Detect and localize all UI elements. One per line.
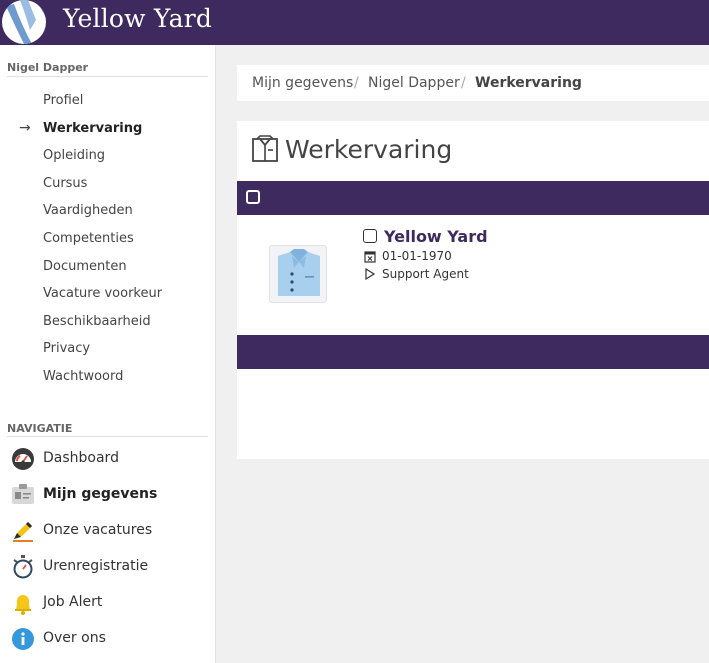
nav-label: Onze vacatures [43, 522, 153, 538]
sidebar-item-wachtwoord[interactable]: Wachtwoord [43, 369, 123, 384]
nav-label: Mijn gegevens [43, 486, 158, 502]
sidebar-item-cursus[interactable]: Cursus [43, 176, 87, 191]
breadcrumb-nigel-dapper[interactable]: Nigel Dapper [368, 75, 460, 91]
nav-item-job-alert[interactable]: Job Alert [0, 588, 215, 618]
row-checkbox[interactable] [363, 229, 377, 243]
table-footer-bar [237, 335, 709, 369]
play-icon [365, 268, 375, 280]
sidebar-item-vacature-voorkeur[interactable]: Vacature voorkeur [43, 286, 162, 301]
navigation-section-title: NAVIGATIE [7, 422, 73, 435]
nav-label: Job Alert [43, 594, 103, 610]
calendar-icon [364, 251, 376, 263]
job-date: 01-01-1970 [382, 249, 452, 263]
sidebar-item-opleiding[interactable]: Opleiding [43, 148, 105, 163]
gauge-icon [12, 448, 34, 470]
job-thumbnail [269, 245, 327, 303]
app-header: Yellow Yard [0, 0, 709, 45]
sidebar-item-documenten[interactable]: Documenten [43, 259, 127, 274]
profile-section-title: Nigel Dapper [7, 61, 89, 74]
divider [7, 436, 208, 437]
job-company[interactable]: Yellow Yard [384, 227, 488, 246]
nav-item-urenregistratie[interactable]: Urenregistratie [0, 552, 215, 582]
shirt-icon [252, 135, 278, 162]
logo-icon[interactable] [2, 0, 46, 44]
sidebar-item-profiel[interactable]: Profiel [43, 93, 83, 108]
bell-icon [15, 595, 31, 615]
divider [7, 76, 208, 77]
info-icon [12, 628, 34, 650]
id-card-icon [12, 484, 34, 504]
work-experience-card: Werkervaring Yellow Yard 01-01-1970 Supp… [237, 121, 709, 459]
sidebar-item-werkervaring[interactable]: Werkervaring [43, 121, 142, 136]
stopwatch-icon [13, 555, 33, 579]
nav-item-over-ons[interactable]: Over ons [0, 624, 215, 654]
brand-name[interactable]: Yellow Yard [63, 4, 212, 33]
shirt-icon [278, 249, 320, 296]
nav-item-onze-vacatures[interactable]: Onze vacatures [0, 516, 215, 546]
nav-item-dashboard[interactable]: Dashboard [0, 444, 215, 474]
breadcrumb-mijn-gegevens[interactable]: Mijn gegevens [252, 75, 353, 91]
sidebar: Nigel Dapper Profiel → Werkervaring Ople… [0, 45, 216, 663]
nav-label: Dashboard [43, 450, 119, 466]
breadcrumb: Mijn gegevens / Nigel Dapper / Werkervar… [237, 65, 709, 101]
nav-item-mijn-gegevens[interactable]: Mijn gegevens [0, 480, 215, 510]
pen-icon [13, 521, 33, 542]
sidebar-item-vaardigheden[interactable]: Vaardigheden [43, 203, 133, 218]
job-role: Support Agent [382, 267, 469, 281]
sidebar-item-beschikbaarheid[interactable]: Beschikbaarheid [43, 314, 151, 329]
nav-label: Urenregistratie [43, 558, 149, 574]
page-title: Werkervaring [285, 135, 453, 164]
breadcrumb-separator: / [461, 75, 466, 91]
select-all-checkbox[interactable] [246, 190, 260, 204]
breadcrumb-current: Werkervaring [475, 75, 582, 91]
breadcrumb-separator: / [354, 75, 359, 91]
table-header-bar [237, 181, 709, 215]
sidebar-item-privacy[interactable]: Privacy [43, 341, 90, 356]
nav-label: Over ons [43, 630, 106, 646]
arrow-right-icon: → [19, 120, 31, 136]
sidebar-item-competenties[interactable]: Competenties [43, 231, 134, 246]
